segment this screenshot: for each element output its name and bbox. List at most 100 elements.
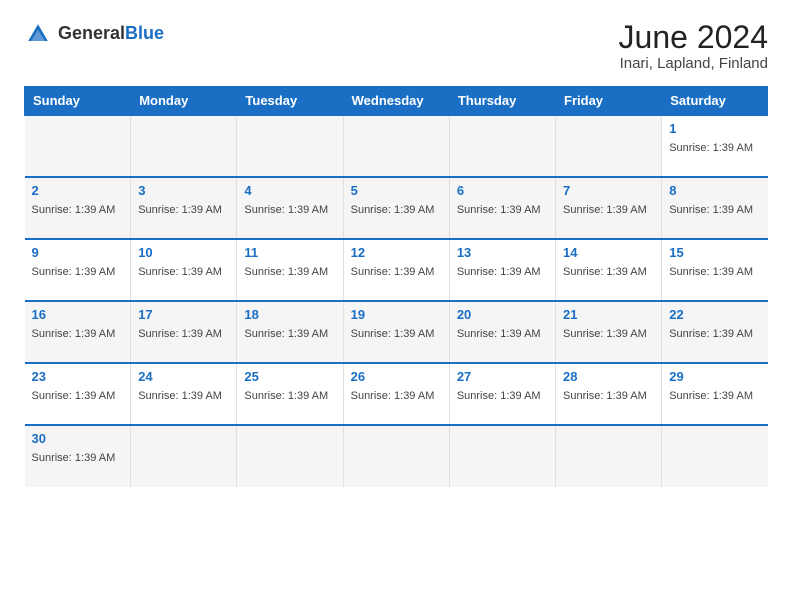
- col-saturday: Saturday: [662, 87, 768, 116]
- logo-general-text: General: [58, 23, 125, 43]
- day-sunrise-info: Sunrise: 1:39 AM: [457, 390, 541, 402]
- logo-blue-text: Blue: [125, 23, 164, 43]
- calendar-day-cell: [131, 425, 237, 487]
- day-number: 16: [32, 307, 124, 322]
- day-sunrise-info: Sunrise: 1:39 AM: [457, 204, 541, 216]
- day-sunrise-info: Sunrise: 1:39 AM: [563, 204, 647, 216]
- calendar-table: Sunday Monday Tuesday Wednesday Thursday…: [24, 86, 768, 487]
- calendar-week-row: 30 Sunrise: 1:39 AM: [25, 425, 769, 487]
- calendar-day-cell: 25Sunrise: 1:39 AM: [237, 363, 343, 425]
- day-number: 29: [669, 369, 761, 384]
- calendar-week-row: 2Sunrise: 1:39 AM3Sunrise: 1:39 AM4Sunri…: [25, 177, 769, 239]
- day-sunrise-info: Sunrise: 1:39 AM: [669, 266, 753, 278]
- day-sunrise-info: Sunrise: 1:39 AM: [244, 266, 328, 278]
- calendar-week-row: 23Sunrise: 1:39 AM24Sunrise: 1:39 AM25Su…: [25, 363, 769, 425]
- calendar-day-cell: 27 Sunrise: 1:39 AM: [449, 363, 555, 425]
- day-sunrise-info: Sunrise: 1:39 AM: [244, 390, 328, 402]
- day-number: 3: [138, 183, 229, 198]
- calendar-day-cell: 24 Sunrise: 1:39 AM: [131, 363, 237, 425]
- calendar-day-cell: 16 Sunrise: 1:39 AM: [25, 301, 131, 363]
- day-sunrise-info: Sunrise: 1:39 AM: [138, 328, 222, 340]
- calendar-day-cell: [556, 115, 662, 177]
- day-number: 26: [351, 369, 442, 384]
- calendar-day-cell: [449, 115, 555, 177]
- calendar-day-cell: 6 Sunrise: 1:39 AM: [449, 177, 555, 239]
- day-sunrise-info: Sunrise: 1:39 AM: [32, 328, 116, 340]
- day-sunrise-info: Sunrise: 1:39 AM: [351, 328, 435, 340]
- day-sunrise-info: Sunrise: 1:39 AM: [669, 328, 753, 340]
- calendar-day-cell: 5 Sunrise: 1:39 AM: [343, 177, 449, 239]
- calendar-day-cell: [343, 115, 449, 177]
- calendar-day-cell: 12 Sunrise: 1:39 AM: [343, 239, 449, 301]
- day-number: 9: [32, 245, 124, 260]
- day-sunrise-info: Sunrise: 1:39 AM: [669, 142, 753, 154]
- day-number: 4: [244, 183, 335, 198]
- calendar-week-row: 1 Sunrise: 1:39 AM: [25, 115, 769, 177]
- day-number: 23: [32, 369, 124, 384]
- day-number: 1: [669, 121, 761, 136]
- day-sunrise-info: Sunrise: 1:39 AM: [138, 390, 222, 402]
- calendar-day-cell: 7 Sunrise: 1:39 AM: [556, 177, 662, 239]
- month-title: June 2024: [619, 20, 768, 55]
- calendar-day-cell: 28Sunrise: 1:39 AM: [556, 363, 662, 425]
- calendar-day-cell: 10Sunrise: 1:39 AM: [131, 239, 237, 301]
- day-number: 30: [32, 431, 124, 446]
- day-sunrise-info: Sunrise: 1:39 AM: [563, 328, 647, 340]
- col-wednesday: Wednesday: [343, 87, 449, 116]
- day-number: 19: [351, 307, 442, 322]
- calendar-day-cell: 21Sunrise: 1:39 AM: [556, 301, 662, 363]
- day-number: 15: [669, 245, 761, 260]
- day-number: 6: [457, 183, 548, 198]
- page-header: GeneralBlue June 2024 Inari, Lapland, Fi…: [24, 20, 768, 72]
- calendar-day-cell: 30 Sunrise: 1:39 AM: [25, 425, 131, 487]
- day-sunrise-info: Sunrise: 1:39 AM: [351, 266, 435, 278]
- day-sunrise-info: Sunrise: 1:39 AM: [669, 390, 753, 402]
- calendar-day-cell: 18 Sunrise: 1:39 AM: [237, 301, 343, 363]
- day-sunrise-info: Sunrise: 1:39 AM: [351, 390, 435, 402]
- day-number: 27: [457, 369, 548, 384]
- calendar-day-cell: 8 Sunrise: 1:39 AM: [662, 177, 768, 239]
- title-block: June 2024 Inari, Lapland, Finland: [619, 20, 768, 72]
- day-number: 12: [351, 245, 442, 260]
- calendar-day-cell: 15 Sunrise: 1:39 AM: [662, 239, 768, 301]
- col-monday: Monday: [131, 87, 237, 116]
- calendar-day-cell: 20 Sunrise: 1:39 AM: [449, 301, 555, 363]
- col-sunday: Sunday: [25, 87, 131, 116]
- day-number: 14: [563, 245, 654, 260]
- day-number: 2: [32, 183, 124, 198]
- day-sunrise-info: Sunrise: 1:39 AM: [244, 328, 328, 340]
- calendar-week-row: 9Sunrise: 1:39 AM10Sunrise: 1:39 AM11Sun…: [25, 239, 769, 301]
- day-number: 8: [669, 183, 761, 198]
- day-sunrise-info: Sunrise: 1:39 AM: [32, 452, 116, 464]
- logo: GeneralBlue: [24, 20, 164, 48]
- calendar-day-cell: [343, 425, 449, 487]
- calendar-day-cell: 29 Sunrise: 1:39 AM: [662, 363, 768, 425]
- calendar-day-cell: [237, 115, 343, 177]
- day-sunrise-info: Sunrise: 1:39 AM: [563, 266, 647, 278]
- calendar-day-cell: 26 Sunrise: 1:39 AM: [343, 363, 449, 425]
- col-thursday: Thursday: [449, 87, 555, 116]
- day-sunrise-info: Sunrise: 1:39 AM: [351, 204, 435, 216]
- calendar-day-cell: 13Sunrise: 1:39 AM: [449, 239, 555, 301]
- day-number: 20: [457, 307, 548, 322]
- day-number: 7: [563, 183, 654, 198]
- day-number: 10: [138, 245, 229, 260]
- day-number: 17: [138, 307, 229, 322]
- day-number: 5: [351, 183, 442, 198]
- calendar-day-cell: 19 Sunrise: 1:39 AM: [343, 301, 449, 363]
- calendar-day-cell: 22 Sunrise: 1:39 AM: [662, 301, 768, 363]
- calendar-day-cell: 4Sunrise: 1:39 AM: [237, 177, 343, 239]
- day-sunrise-info: Sunrise: 1:39 AM: [457, 328, 541, 340]
- calendar-day-cell: 2 Sunrise: 1:39 AM: [25, 177, 131, 239]
- calendar-day-cell: [131, 115, 237, 177]
- day-number: 22: [669, 307, 761, 322]
- calendar-header-row: Sunday Monday Tuesday Wednesday Thursday…: [25, 87, 769, 116]
- calendar-day-cell: 17 Sunrise: 1:39 AM: [131, 301, 237, 363]
- day-number: 11: [244, 245, 335, 260]
- col-tuesday: Tuesday: [237, 87, 343, 116]
- day-number: 24: [138, 369, 229, 384]
- day-sunrise-info: Sunrise: 1:39 AM: [32, 204, 116, 216]
- day-sunrise-info: Sunrise: 1:39 AM: [669, 204, 753, 216]
- day-sunrise-info: Sunrise: 1:39 AM: [457, 266, 541, 278]
- day-number: 18: [244, 307, 335, 322]
